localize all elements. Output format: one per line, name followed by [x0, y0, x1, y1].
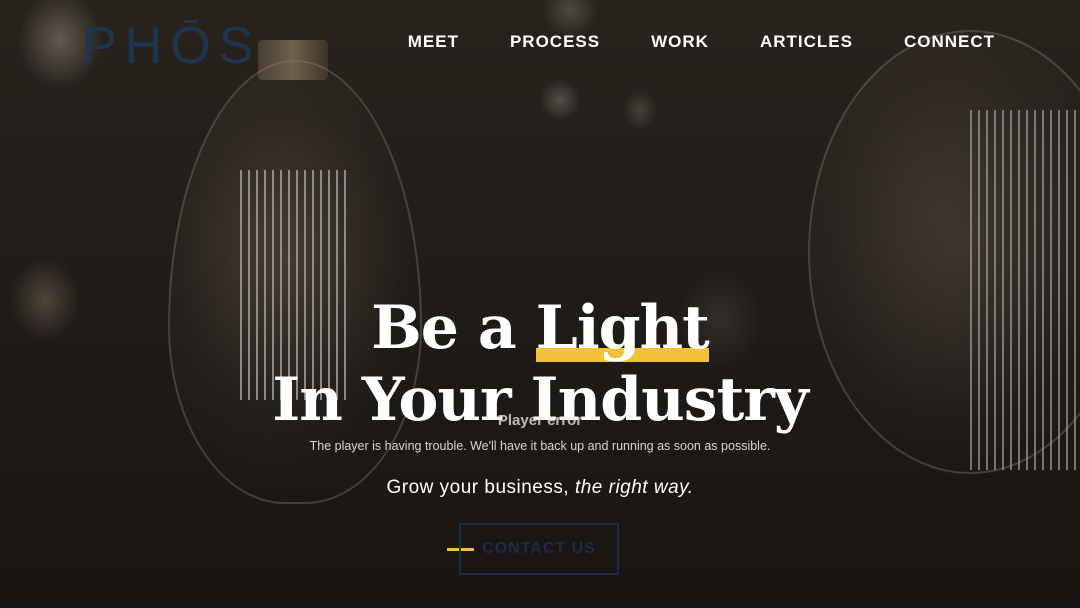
site-header: PHŌS MEET PROCESS WORK ARTICLES CONNECT: [0, 0, 1080, 90]
nav-item-meet[interactable]: MEET: [408, 32, 459, 52]
hero-title-line1: Be a Light: [371, 292, 710, 364]
player-error-title: Player error: [497, 412, 583, 429]
tagline-emphasis: the right way.: [574, 477, 694, 498]
hero-title-highlight-text: Light: [535, 293, 710, 363]
main-nav: MEET PROCESS WORK ARTICLES CONNECT: [408, 32, 995, 52]
hero-tagline: Grow your business, the right way.: [0, 477, 1080, 499]
nav-item-articles[interactable]: ARTICLES: [760, 32, 853, 52]
contact-us-button[interactable]: CONTACT US: [459, 523, 619, 575]
nav-item-work[interactable]: WORK: [651, 32, 709, 52]
player-error-message: The player is having trouble. We'll have…: [309, 439, 771, 453]
nav-item-process[interactable]: PROCESS: [510, 32, 600, 52]
hero-title-prefix: Be a: [371, 293, 517, 363]
tagline-text: Grow your business,: [386, 477, 570, 498]
logo-text: PHŌS: [82, 17, 262, 75]
site-logo[interactable]: PHŌS: [82, 18, 261, 74]
contact-us-label: CONTACT US: [482, 540, 596, 557]
nav-item-connect[interactable]: CONNECT: [904, 32, 995, 52]
hero-title-highlight: Light: [535, 292, 710, 364]
